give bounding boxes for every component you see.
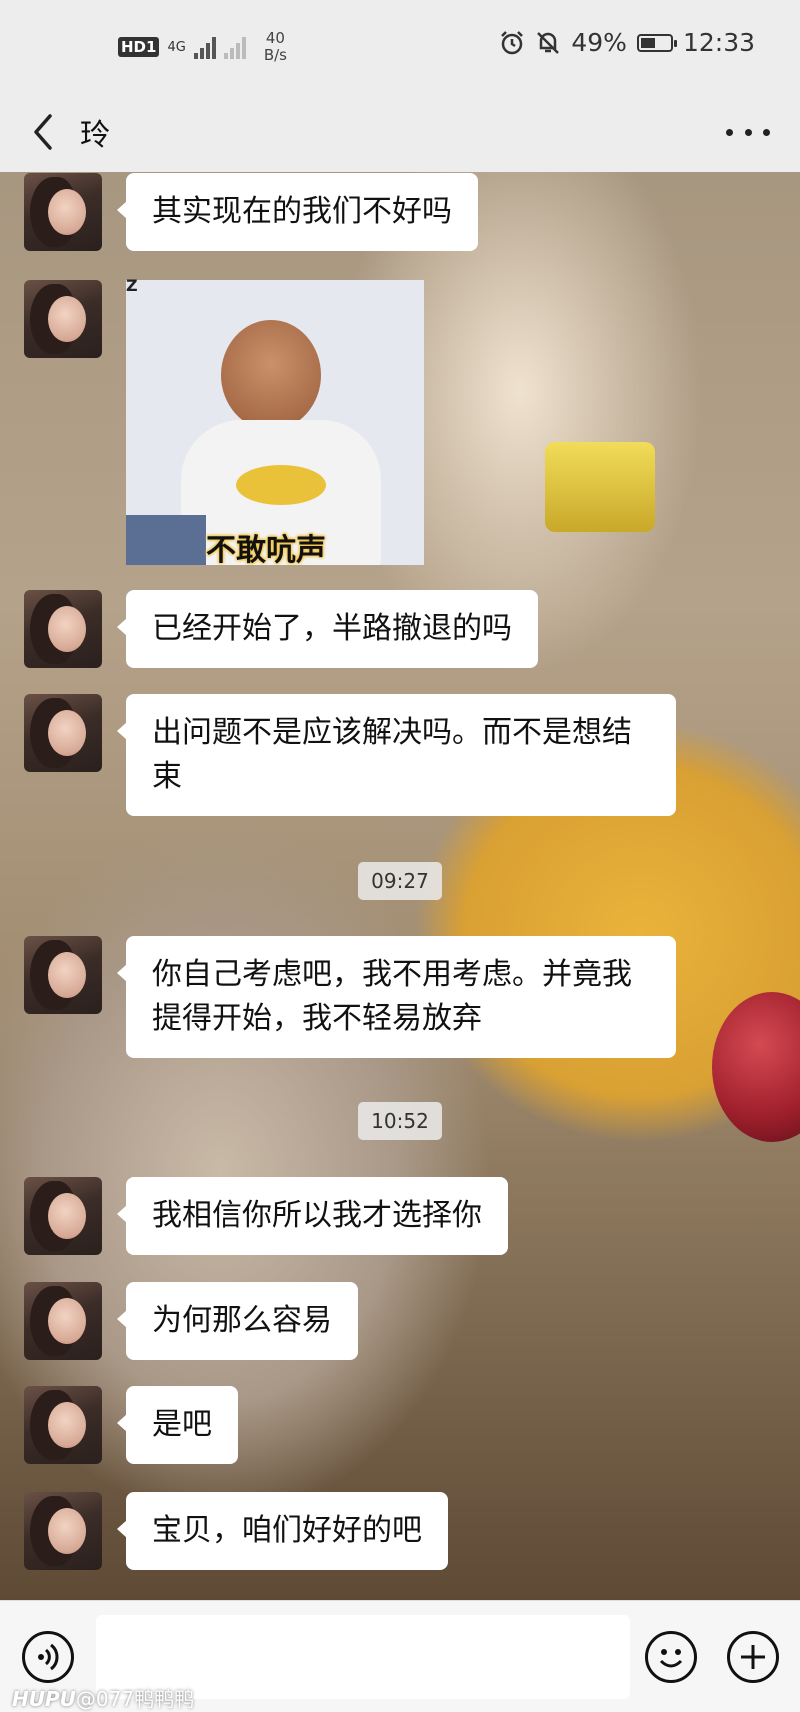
message-bubble[interactable]: 其实现在的我们不好吗 (117, 173, 478, 251)
wallpaper-lamp (545, 442, 655, 532)
contact-avatar[interactable] (24, 280, 102, 358)
dot-icon (726, 128, 733, 136)
more-options-button[interactable] (726, 120, 770, 144)
message-bubble[interactable]: 我相信你所以我才选择你 (117, 1177, 508, 1255)
contact-name: 玲 (80, 118, 110, 153)
sticker-tag: Z (126, 276, 138, 295)
voice-input-button[interactable] (22, 1631, 74, 1683)
dot-icon (763, 128, 770, 136)
message-bubble[interactable]: 你自己考虑吧，我不用考虑。并竟我提得开始，我不轻易放弃 (117, 936, 676, 1058)
contact-avatar[interactable] (24, 1177, 102, 1255)
more-functions-button[interactable] (727, 1631, 779, 1683)
message-bubble[interactable]: 已经开始了，半路撤退的吗 (117, 590, 538, 668)
sticker-image[interactable]: 不敢吭声 (126, 280, 424, 565)
message-input-bar: HUPU@077鸭鸭鸭 (0, 1600, 800, 1712)
contact-avatar[interactable] (24, 1282, 102, 1360)
chat-message-list[interactable]: 其实现在的我们不好吗 不敢吭声 Z 已经开始了，半路撤退的吗 出问题不是应该解决… (0, 172, 800, 1600)
battery-percentage: 49% (571, 28, 627, 57)
emoji-button[interactable] (645, 1631, 697, 1683)
network-type: 4G (167, 39, 186, 55)
battery-icon (636, 33, 677, 52)
timestamp: 10:52 (358, 1102, 442, 1140)
contact-avatar[interactable] (24, 1492, 102, 1570)
status-bar: HD1 4G 40 B/s 49% 12:33 (0, 0, 800, 92)
message-bubble[interactable]: 为何那么容易 (117, 1282, 358, 1360)
signal-strength-icon (193, 35, 216, 59)
clock: 12:33 (682, 28, 755, 57)
message-bubble[interactable]: 宝贝，咱们好好的吧 (117, 1492, 448, 1570)
chat-header: 玲 (0, 92, 800, 172)
mute-notification-icon (537, 31, 560, 54)
plus-icon (741, 1645, 765, 1669)
sticker-caption: 不敢吭声 (206, 533, 326, 565)
signal-empty-icon (223, 35, 246, 59)
contact-avatar[interactable] (24, 694, 102, 772)
contact-avatar[interactable] (24, 590, 102, 668)
voice-icon (38, 1643, 59, 1671)
hd-badge: HD1 (118, 37, 160, 57)
alarm-icon (501, 30, 524, 54)
back-icon[interactable] (26, 108, 66, 156)
network-speed: 40 B/s (263, 29, 287, 64)
contact-avatar[interactable] (24, 1386, 102, 1464)
message-bubble[interactable]: 是吧 (117, 1386, 238, 1464)
wallpaper-apple (712, 992, 800, 1142)
contact-avatar[interactable] (24, 936, 102, 1014)
dot-icon (744, 128, 752, 136)
message-bubble[interactable]: 出问题不是应该解决吗。而不是想结束 (117, 694, 676, 816)
timestamp: 09:27 (358, 862, 442, 900)
contact-avatar[interactable] (24, 173, 102, 251)
watermark: HUPU@077鸭鸭鸭 (12, 1687, 195, 1711)
emoji-icon (659, 1649, 683, 1668)
